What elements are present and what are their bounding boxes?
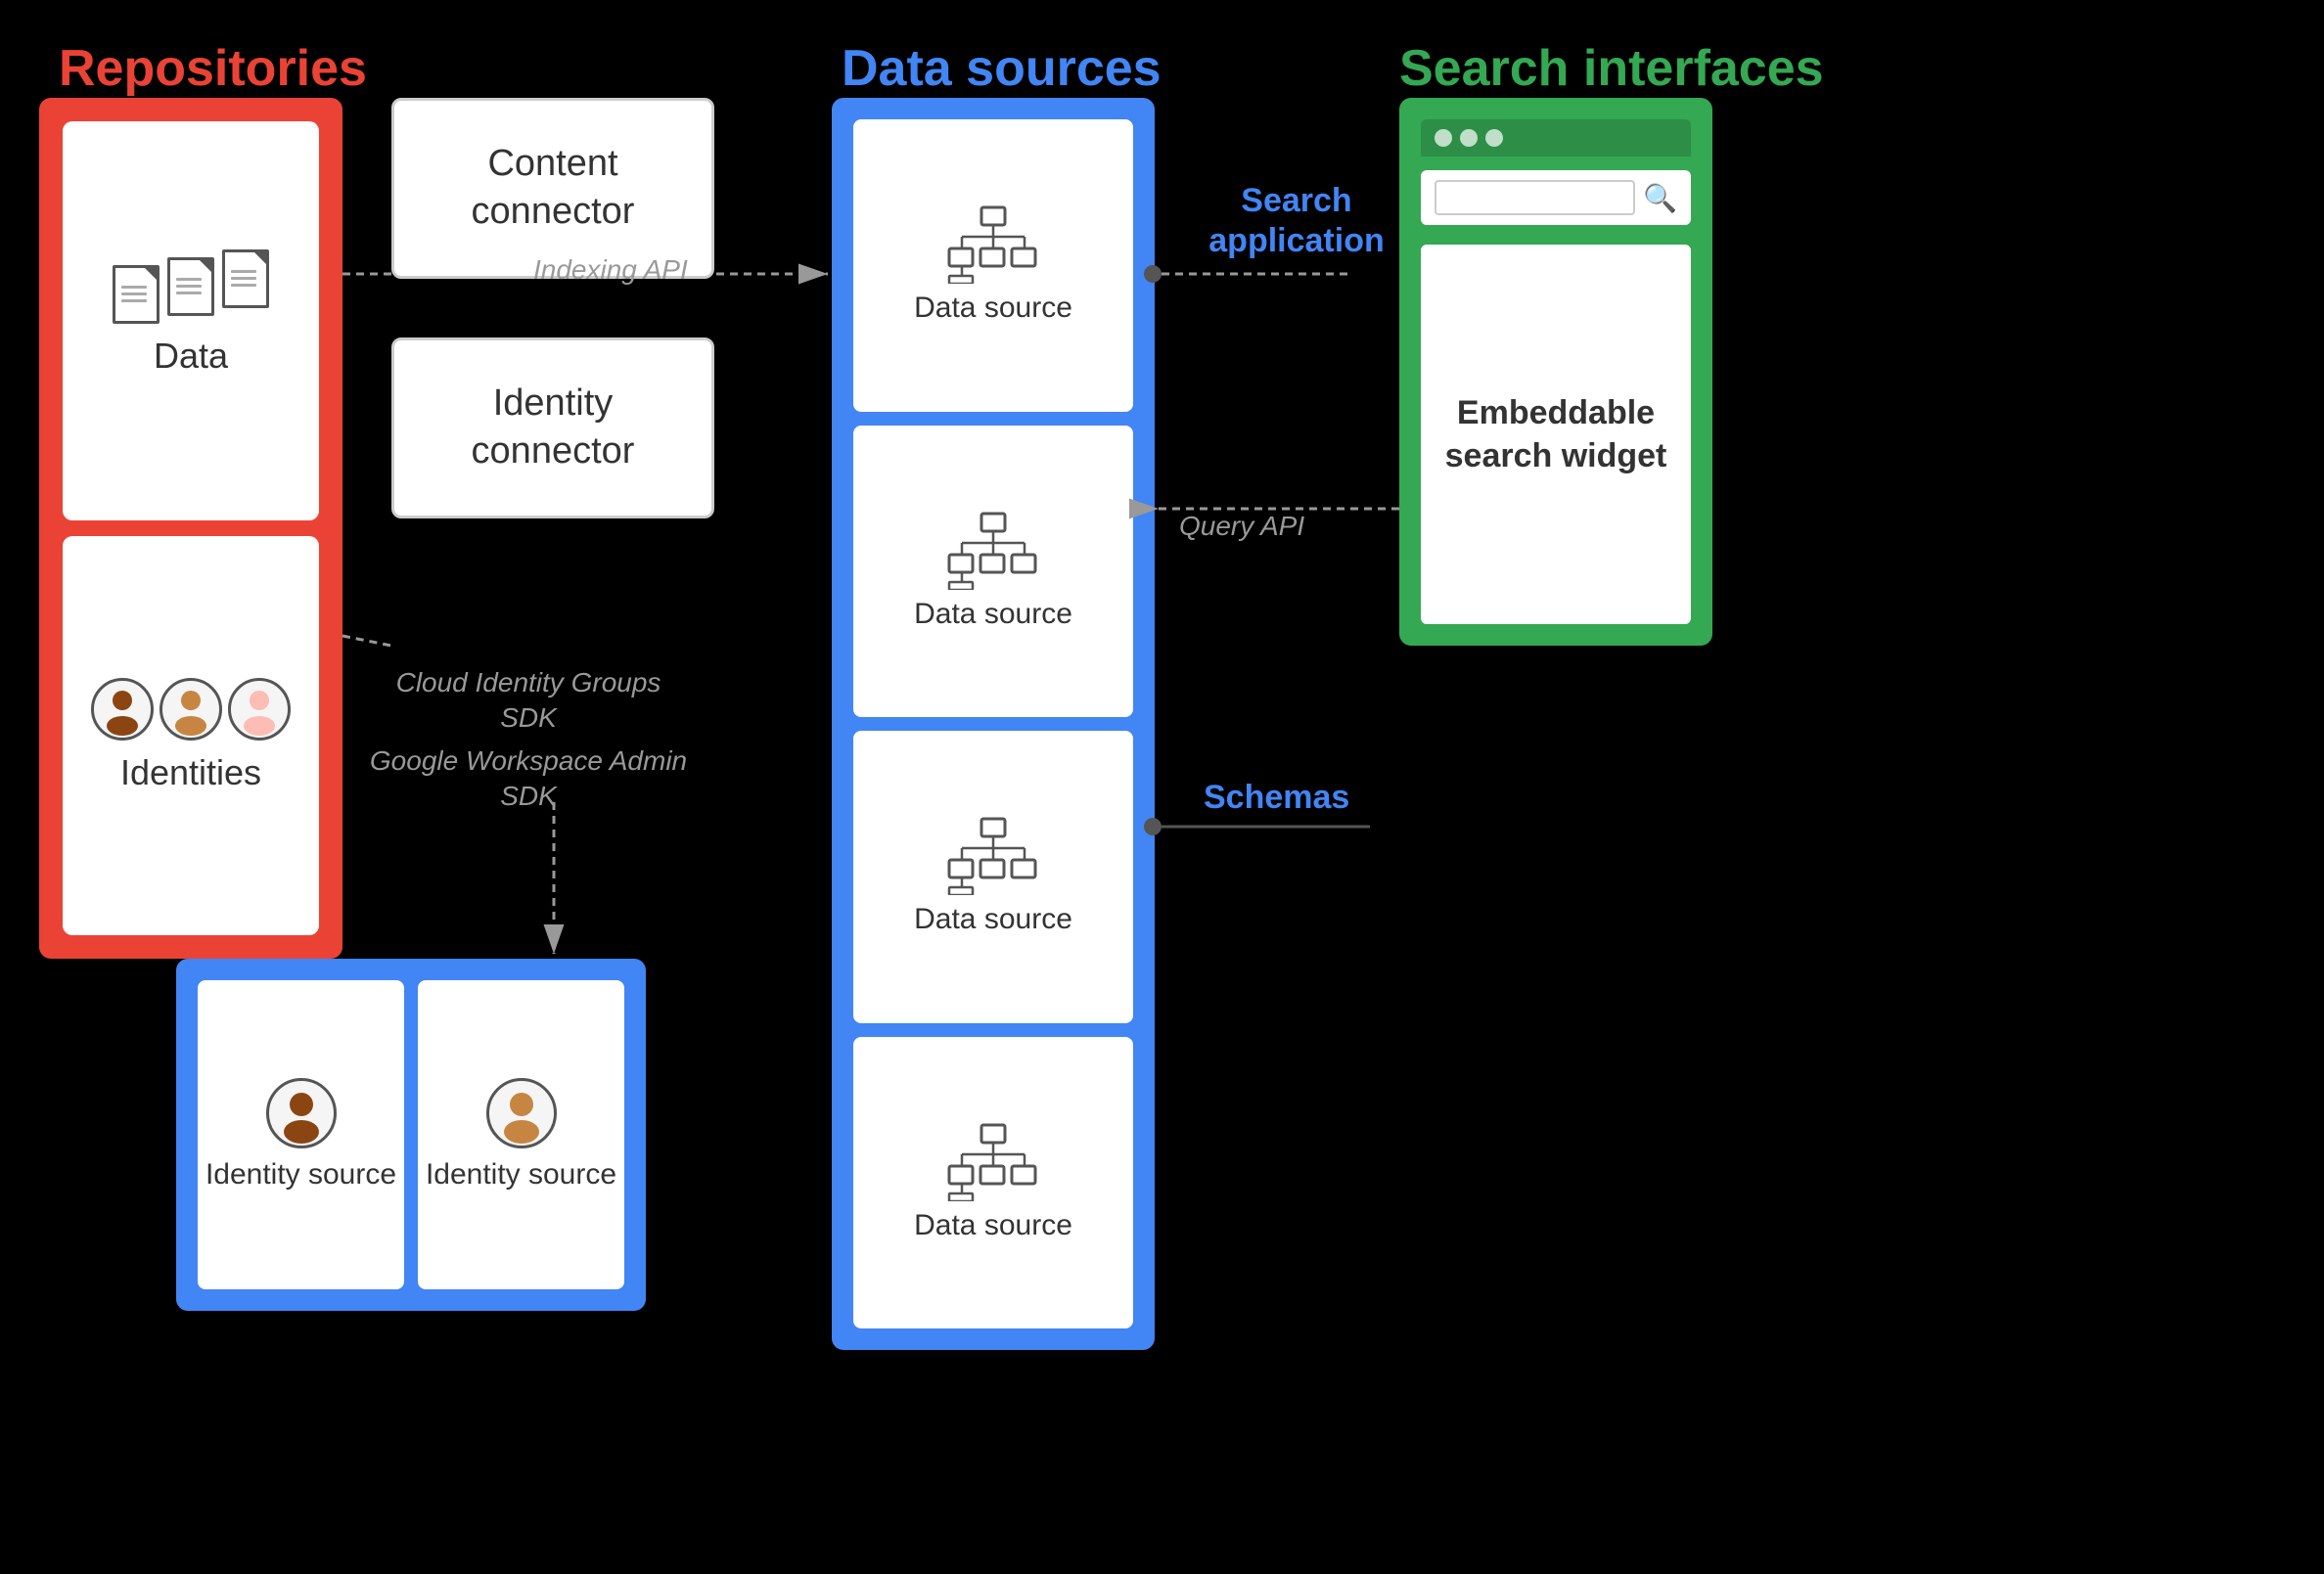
- hierarchy-icon-3: [944, 817, 1042, 895]
- datasources-label: Data sources: [842, 39, 1162, 98]
- connections-svg: [0, 0, 2324, 1574]
- datasource-3-label: Data source: [914, 903, 1072, 936]
- identity-source-1: Identity source: [198, 980, 404, 1289]
- is-person-icon-2: [486, 1078, 557, 1148]
- identity-source-1-label: Identity source: [205, 1158, 396, 1192]
- person-icon-3: [228, 678, 291, 741]
- hierarchy-icon-2: [944, 512, 1042, 590]
- searchinterfaces-label: Search interfaces: [1399, 39, 1824, 98]
- datasource-1-label: Data source: [914, 292, 1072, 325]
- hierarchy-icon-4: [944, 1123, 1042, 1201]
- search-row: 🔍: [1421, 170, 1691, 225]
- repositories-box: Data: [39, 98, 342, 959]
- hierarchy-icon-1: [944, 205, 1042, 284]
- datasources-box: Data source Data source: [832, 98, 1155, 1350]
- data-label: Data: [154, 336, 228, 377]
- repositories-label: Repositories: [59, 39, 367, 98]
- datasource-4-label: Data source: [914, 1209, 1072, 1242]
- browser-dot-1: [1435, 129, 1452, 147]
- diagram-container: Repositories Data sources Search interfa…: [0, 0, 2324, 1574]
- datasource-2-label: Data source: [914, 598, 1072, 631]
- identities-label: Identities: [120, 752, 261, 793]
- person-icon-2: [159, 678, 222, 741]
- datasource-2: Data source: [853, 426, 1133, 718]
- content-connector-label: Contentconnector: [472, 143, 635, 232]
- is-person-icon-1: [266, 1078, 337, 1148]
- identity-connector-label: Identityconnector: [472, 382, 635, 472]
- datasource-1: Data source: [853, 119, 1133, 412]
- cloud-identity-label: Cloud Identity Groups SDK: [382, 665, 675, 737]
- identity-source-2: Identity source: [418, 980, 624, 1289]
- data-box: Data: [63, 121, 319, 520]
- identity-sources-box: Identity source Identity source: [176, 959, 646, 1311]
- search-bar[interactable]: [1435, 180, 1635, 215]
- browser-dot-3: [1485, 129, 1503, 147]
- file-icon-3: [222, 249, 269, 308]
- identities-box: Identities: [63, 536, 319, 935]
- browser-dot-2: [1460, 129, 1478, 147]
- search-interfaces-box: 🔍 Embeddable search widget: [1399, 98, 1712, 646]
- identity-connector-box: Identityconnector: [391, 337, 714, 518]
- identity-source-2-label: Identity source: [426, 1158, 616, 1192]
- datasource-4: Data source: [853, 1037, 1133, 1329]
- identity-icons: [91, 678, 291, 741]
- search-icon: 🔍: [1643, 182, 1677, 214]
- embeddable-widget-box: Embeddable search widget: [1421, 245, 1691, 624]
- person-icon-1: [91, 678, 154, 741]
- google-workspace-label: Google Workspace Admin SDK: [362, 743, 695, 815]
- search-application-label: Search application: [1179, 181, 1414, 261]
- indexing-api-label: Indexing API: [533, 252, 688, 288]
- connectors-section: Contentconnector Identityconnector: [391, 98, 714, 518]
- browser-bar: [1421, 119, 1691, 157]
- widget-label: Embeddable search widget: [1436, 391, 1675, 477]
- file-icon-1: [113, 265, 159, 324]
- file-icon-2: [167, 257, 214, 316]
- data-icons: [113, 265, 269, 324]
- datasource-3: Data source: [853, 731, 1133, 1023]
- schemas-label: Schemas: [1204, 778, 1349, 818]
- query-api-label: Query API: [1179, 509, 1304, 544]
